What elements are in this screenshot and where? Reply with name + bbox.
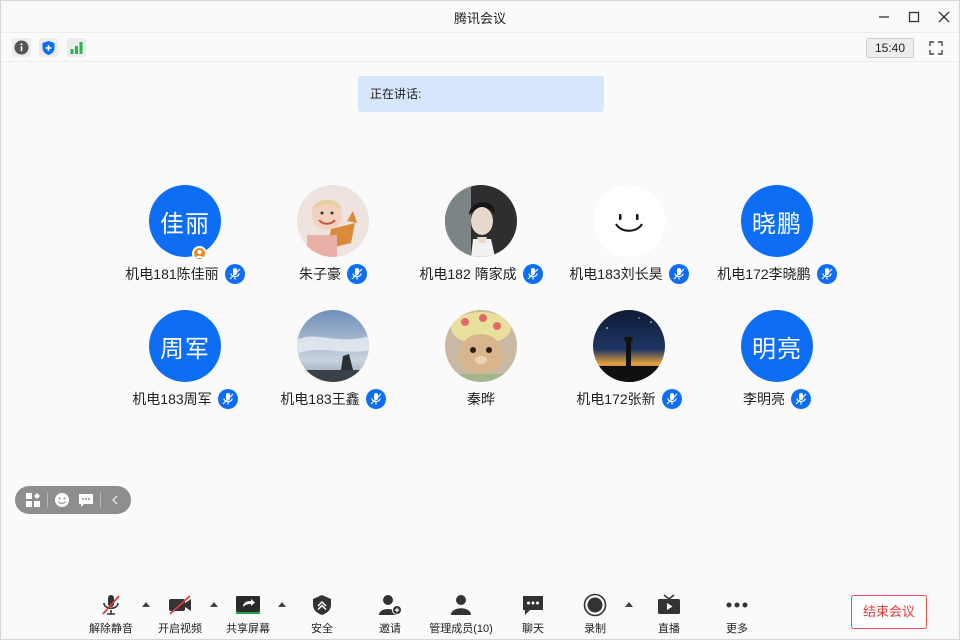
smiley-icon xyxy=(593,185,665,257)
participant-name-row: 机电172李晓鹏 xyxy=(697,263,857,285)
meeting-clock: 15:40 xyxy=(866,38,914,58)
participant-name-row: 机电183刘长昊 xyxy=(549,263,709,285)
participant-name-row: 秦晔 xyxy=(401,388,561,410)
minimize-button[interactable] xyxy=(874,7,894,27)
status-row: 15:40 xyxy=(1,32,959,62)
more-button[interactable]: 更多 xyxy=(701,593,773,637)
participant-tile[interactable]: 周军 机电183周军 xyxy=(105,310,265,420)
avatar xyxy=(445,185,517,257)
fullscreen-icon xyxy=(929,41,943,55)
close-icon xyxy=(938,11,950,23)
participant-name: 机电172李晓鹏 xyxy=(717,266,811,282)
participant-tile[interactable]: 晓鹏 机电172李晓鹏 xyxy=(697,185,857,295)
avatar: 周军 xyxy=(149,310,221,382)
window-title: 腾讯会议 xyxy=(453,11,506,26)
title-bar: 腾讯会议 xyxy=(1,1,959,32)
message-bubble-icon xyxy=(79,494,93,507)
avatar: 明亮 xyxy=(741,310,813,382)
mic-muted-icon xyxy=(522,264,543,284)
mic-muted-icon xyxy=(224,264,245,284)
participant-name: 机电183刘长昊 xyxy=(569,266,663,282)
layout-grid-icon xyxy=(26,493,40,507)
participant-name: 机电183王鑫 xyxy=(280,391,360,407)
more-dots-icon xyxy=(701,593,773,617)
share-screen-button[interactable]: 共享屏幕 xyxy=(212,593,284,637)
close-button[interactable] xyxy=(934,7,954,27)
participant-tile[interactable]: 明亮 李明亮 xyxy=(697,310,857,420)
participant-name: 机电172张新 xyxy=(576,391,656,407)
bottom-toolbar: 解除静音 开启视频 共享屏幕 安全 邀请 管理成员(10) 聊天 录制 直播 更… xyxy=(1,585,959,640)
participant-tile[interactable]: 机电182 隋家成 xyxy=(401,185,561,295)
participant-name-row: 机电172张新 xyxy=(549,388,709,410)
add-person-icon xyxy=(354,593,426,617)
participant-tile[interactable]: 朱子豪 xyxy=(253,185,413,295)
record-icon xyxy=(559,593,631,617)
mic-muted-icon xyxy=(217,389,238,409)
meeting-window: 腾讯会议 15:40 正在讲话: 佳丽 机电181陈佳丽 朱子豪 机电182 隋… xyxy=(0,0,960,640)
record-button[interactable]: 录制 xyxy=(559,593,631,637)
shield-icon xyxy=(42,40,55,55)
end-meeting-button[interactable]: 结束会议 xyxy=(851,595,927,629)
emoji-icon xyxy=(55,493,69,507)
avatar xyxy=(593,310,665,382)
participant-name-row: 机电182 隋家成 xyxy=(401,263,561,285)
mic-muted-icon xyxy=(816,264,837,284)
divider xyxy=(100,492,101,508)
layout-switch-button[interactable] xyxy=(23,490,43,510)
participant-name: 李明亮 xyxy=(743,391,785,407)
maximize-icon xyxy=(908,11,920,23)
mic-muted-icon xyxy=(661,389,682,409)
avatar: 晓鹏 xyxy=(741,185,813,257)
avatar xyxy=(445,310,517,382)
participant-name: 机电183周军 xyxy=(132,391,212,407)
host-badge-icon xyxy=(192,246,207,261)
participant-name: 秦晔 xyxy=(467,391,495,407)
floating-mini-toolbar xyxy=(15,486,131,514)
divider xyxy=(47,492,48,508)
mic-muted-icon xyxy=(668,264,689,284)
info-icon xyxy=(14,40,29,55)
camera-off-icon xyxy=(144,593,216,617)
participant-tile[interactable]: 机电183王鑫 xyxy=(253,310,413,420)
chevron-left-icon xyxy=(112,495,118,505)
collapse-toolbar-button[interactable] xyxy=(105,490,125,510)
avatar xyxy=(297,310,369,382)
speaking-banner: 正在讲话: xyxy=(358,76,604,112)
participant-name-row: 朱子豪 xyxy=(253,263,413,285)
participant-tile[interactable]: 机电183刘长昊 xyxy=(549,185,709,295)
mic-off-icon xyxy=(75,593,147,617)
participant-name-row: 李明亮 xyxy=(697,388,857,410)
members-icon xyxy=(425,593,497,617)
shield-icon xyxy=(286,593,358,617)
participant-tile[interactable]: 秦晔 xyxy=(401,310,561,420)
participant-tile[interactable]: 机电172张新 xyxy=(549,310,709,420)
participant-name-row: 机电183王鑫 xyxy=(253,388,413,410)
participant-name: 机电182 隋家成 xyxy=(419,266,517,282)
more-label: 更多 xyxy=(726,623,748,635)
mic-muted-icon xyxy=(365,389,386,409)
participant-name-row: 机电183周军 xyxy=(105,388,265,410)
mic-muted-icon xyxy=(791,389,811,409)
fullscreen-button[interactable] xyxy=(926,38,946,58)
share-screen-icon xyxy=(212,593,284,617)
participant-name: 朱子豪 xyxy=(299,266,341,282)
participant-name: 机电181陈佳丽 xyxy=(125,266,219,282)
network-status-button[interactable] xyxy=(67,38,86,57)
signal-icon xyxy=(70,42,83,54)
encryption-button[interactable] xyxy=(39,38,58,57)
participant-name-row: 机电181陈佳丽 xyxy=(105,263,265,285)
live-tv-icon xyxy=(633,593,705,617)
minimize-icon xyxy=(879,16,889,18)
reaction-button[interactable] xyxy=(52,490,72,510)
maximize-button[interactable] xyxy=(904,7,924,27)
avatar xyxy=(297,185,369,257)
avatar xyxy=(593,185,665,257)
mic-muted-icon xyxy=(347,264,367,284)
meeting-info-button[interactable] xyxy=(12,38,31,57)
danmaku-button[interactable] xyxy=(76,490,96,510)
avatar: 佳丽 xyxy=(149,185,221,257)
participant-tile[interactable]: 佳丽 机电181陈佳丽 xyxy=(105,185,265,295)
